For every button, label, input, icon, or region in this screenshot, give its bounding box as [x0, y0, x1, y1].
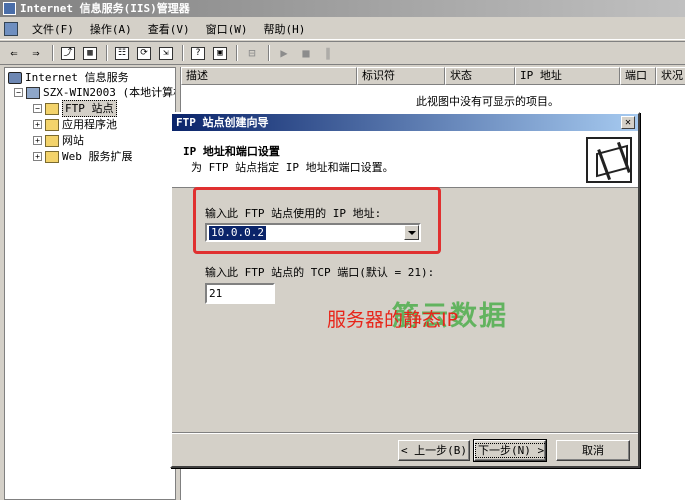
next-button[interactable]: 下一步(N) > — [473, 439, 548, 462]
toolbar-separator — [182, 45, 184, 61]
up-folder-icon[interactable]: ⤴ — [58, 44, 78, 62]
tree-item-label: 网站 — [62, 134, 84, 147]
menu-help[interactable]: 帮助(H) — [256, 21, 314, 37]
forward-arrow-icon[interactable]: ⇒ — [26, 44, 46, 62]
ftp-wizard-icon — [586, 137, 632, 183]
tree-root[interactable]: Internet 信息服务 — [8, 70, 129, 85]
menu-view[interactable]: 查看(V) — [140, 21, 198, 37]
next-button-label: 下一步(N) > — [475, 443, 548, 458]
expand-toggle-icon[interactable]: + — [33, 120, 42, 129]
dialog-header-title: IP 地址和端口设置 — [183, 145, 280, 158]
ip-address-label: 输入此 FTP 站点使用的 IP 地址: — [205, 207, 382, 220]
dialog-header: IP 地址和端口设置 为 FTP 站点指定 IP 地址和端口设置。 — [172, 131, 638, 188]
tree-item-websites[interactable]: + 网站 — [33, 133, 84, 148]
console-glyph: ▣ — [213, 46, 227, 60]
up-folder-glyph: ⤴ — [61, 46, 75, 60]
toolbar-separator — [106, 45, 108, 61]
ip-address-value: 10.0.0.2 — [209, 226, 266, 240]
console-menu-icon[interactable] — [4, 21, 18, 36]
cancel-button[interactable]: 取消 — [556, 440, 630, 461]
folder-icon — [45, 118, 59, 131]
refresh-glyph: ⟳ — [137, 46, 151, 60]
help-glyph: ? — [191, 46, 205, 60]
refresh-icon[interactable]: ⟳ — [134, 44, 154, 62]
dialog-titlebar: FTP 站点创建向导 ✕ — [172, 114, 638, 131]
tree-server-label: SZX-WIN2003 (本地计算机) — [43, 86, 176, 99]
window-title: Internet 信息服务(IIS)管理器 — [20, 2, 190, 15]
window-titlebar: Internet 信息服务(IIS)管理器 — [0, 0, 685, 17]
empty-list-message: 此视图中没有可显示的项目。 — [416, 95, 559, 108]
dialog-separator — [172, 432, 638, 434]
ip-address-select[interactable]: 10.0.0.2 — [205, 223, 421, 242]
folder-icon — [45, 102, 59, 115]
list-header: 描述 标识符 状态 IP 地址 端口 状况 — [181, 67, 685, 85]
back-button[interactable]: < 上一步(B) — [398, 440, 470, 461]
tcp-port-input[interactable]: 21 — [205, 283, 275, 304]
toolbar-separator — [236, 45, 238, 61]
menu-bar: 文件(F) 操作(A) 查看(V) 窗口(W) 帮助(H) — [0, 18, 685, 40]
properties-glyph: ☷ — [115, 46, 129, 60]
folder-icon — [45, 134, 59, 147]
dialog-title: FTP 站点创建向导 — [176, 116, 269, 129]
column-header-description[interactable]: 描述 — [181, 67, 357, 85]
export-glyph: ⇲ — [159, 46, 173, 60]
tree-item-app-pools[interactable]: + 应用程序池 — [33, 117, 117, 132]
annotation-static-ip: 服务器的静态IP — [327, 309, 459, 331]
play-icon[interactable]: ▶ — [274, 44, 294, 62]
properties-icon[interactable]: ☷ — [112, 44, 132, 62]
show-tree-icon[interactable]: ▦ — [80, 44, 100, 62]
folder-icon — [45, 150, 59, 163]
column-header-condition[interactable]: 状况 — [656, 67, 685, 85]
help-icon[interactable]: ? — [188, 44, 208, 62]
collapse-toggle-icon[interactable]: − — [14, 88, 23, 97]
menu-action[interactable]: 操作(A) — [82, 21, 140, 37]
iis-app-icon — [3, 2, 16, 15]
chevron-down-icon[interactable] — [404, 225, 419, 240]
dialog-header-subtitle: 为 FTP 站点指定 IP 地址和端口设置。 — [191, 161, 394, 174]
tree-root-label: Internet 信息服务 — [25, 71, 129, 84]
close-icon[interactable]: ✕ — [621, 116, 635, 129]
tree-item-ftp-sites[interactable]: − FTP 站点 — [33, 100, 117, 117]
tree-item-web-extensions[interactable]: + Web 服务扩展 — [33, 149, 133, 164]
back-arrow-icon[interactable]: ⇐ — [4, 44, 24, 62]
tree-item-label: 应用程序池 — [62, 118, 117, 131]
tree-item-label: Web 服务扩展 — [62, 150, 133, 163]
export-icon[interactable]: ⇲ — [156, 44, 176, 62]
computer-icon[interactable]: ⊟ — [242, 44, 262, 62]
tcp-port-label: 输入此 FTP 站点的 TCP 端口(默认 = 21): — [205, 266, 435, 279]
column-header-port[interactable]: 端口 — [620, 67, 656, 85]
show-tree-glyph: ▦ — [83, 46, 97, 60]
tree-pane: Internet 信息服务 − SZX-WIN2003 (本地计算机) − FT… — [4, 67, 176, 500]
computer-node-icon — [26, 86, 40, 99]
tree-item-label: FTP 站点 — [62, 100, 117, 117]
menu-file[interactable]: 文件(F) — [24, 21, 82, 37]
tree-server[interactable]: − SZX-WIN2003 (本地计算机) — [14, 85, 176, 100]
collapse-toggle-icon[interactable]: − — [33, 104, 42, 113]
toolbar-separator — [268, 45, 270, 61]
console-icon[interactable]: ▣ — [210, 44, 230, 62]
menu-window[interactable]: 窗口(W) — [198, 21, 256, 37]
stop-icon[interactable]: ■ — [296, 44, 316, 62]
column-header-identifier[interactable]: 标识符 — [357, 67, 445, 85]
iis-icon — [8, 71, 22, 84]
toolbar-separator — [52, 45, 54, 61]
pause-icon[interactable]: ∥ — [318, 44, 338, 62]
expand-toggle-icon[interactable]: + — [33, 136, 42, 145]
toolbar: ⇐ ⇒ ⤴ ▦ ☷ ⟳ ⇲ ? ▣ ⊟ ▶ ■ ∥ — [0, 41, 685, 65]
expand-toggle-icon[interactable]: + — [33, 152, 42, 161]
ftp-site-wizard-dialog: FTP 站点创建向导 ✕ IP 地址和端口设置 为 FTP 站点指定 IP 地址… — [170, 112, 640, 468]
column-header-status[interactable]: 状态 — [445, 67, 515, 85]
column-header-ip-address[interactable]: IP 地址 — [515, 67, 620, 85]
